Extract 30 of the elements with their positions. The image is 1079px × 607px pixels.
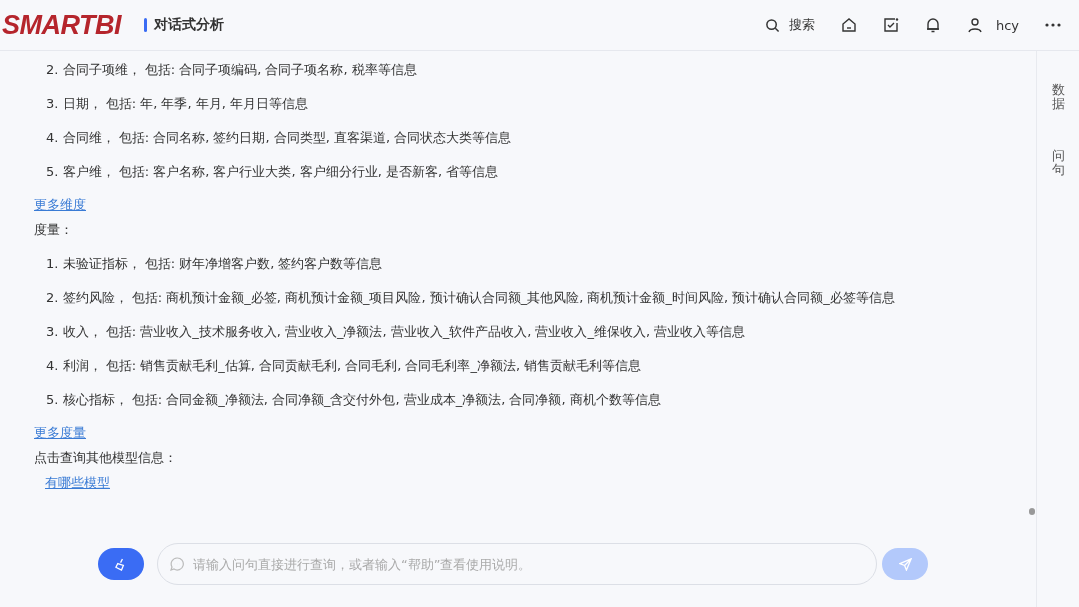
user-menu[interactable]: hcy (966, 17, 1019, 33)
list-item: 4. 合同维， 包括: 合同名称, 签约日期, 合同类型, 直客渠道, 合同状态大类等信息 (46, 129, 513, 147)
user-icon (966, 17, 983, 33)
search-icon (764, 17, 780, 33)
list-item: 1. 未验证指标， 包括: 财年净增客户数, 签约客户数等信息 (46, 255, 384, 273)
more-link[interactable]: 更多维度 (34, 196, 86, 214)
list-item: 2. 合同子项维， 包括: 合同子项编码, 合同子项名称, 税率等信息 (46, 61, 418, 79)
brand-logo: SMARTBI (2, 9, 121, 41)
section-heading: 度量： (34, 221, 74, 239)
side-tab[interactable]: 问句 (1051, 148, 1065, 178)
list-item: 3. 日期， 包括: 年, 年季, 年月, 年月日等信息 (46, 95, 309, 113)
list-item: 2. 签约风险， 包括: 商机预计金额_必签, 商机预计金额_项目风险, 预计确认合同额_其他风险, 商机预计金额_时间风险, 预计确认合同额_必签等信息 (46, 289, 896, 307)
search-button[interactable]: 搜索 (764, 16, 815, 34)
more-icon[interactable] (1045, 23, 1061, 27)
list-item: 5. 客户维， 包括: 客户名称, 客户行业大类, 客户细分行业, 是否新客, 省等信息 (46, 163, 500, 181)
checkbox-icon[interactable] (882, 17, 899, 33)
model-link[interactable]: 有哪些模型 (45, 474, 110, 492)
page-title: 对话式分析 (154, 16, 224, 34)
question-input[interactable]: 请输入问句直接进行查询，或者输入“帮助”查看使用说明。 (157, 543, 877, 585)
clear-button[interactable] (98, 548, 144, 580)
list-item: 5. 核心指标， 包括: 合同金额_净额法, 合同净额_含交付外包, 营业成本_净额法, 合同净额, 商机个数等信息 (46, 391, 662, 409)
side-tab[interactable]: 数据 (1051, 83, 1065, 112)
more-link[interactable]: 更多度量 (34, 424, 86, 442)
bell-icon[interactable] (924, 17, 941, 33)
home-icon[interactable] (840, 17, 857, 33)
prompt-text: 点击查询其他模型信息： (34, 449, 178, 467)
list-item: 3. 收入， 包括: 营业收入_技术服务收入, 营业收入_净额法, 营业收入_软件产品收入, 营业收入_维保收入, 营业收入等信息 (46, 323, 747, 341)
scrollbar-thumb[interactable] (1029, 508, 1035, 515)
list-item: 4. 利润， 包括: 销售贡献毛利_估算, 合同贡献毛利, 合同毛利, 合同毛利率_净额法, 销售贡献毛利等信息 (46, 357, 643, 375)
send-icon (898, 557, 912, 571)
